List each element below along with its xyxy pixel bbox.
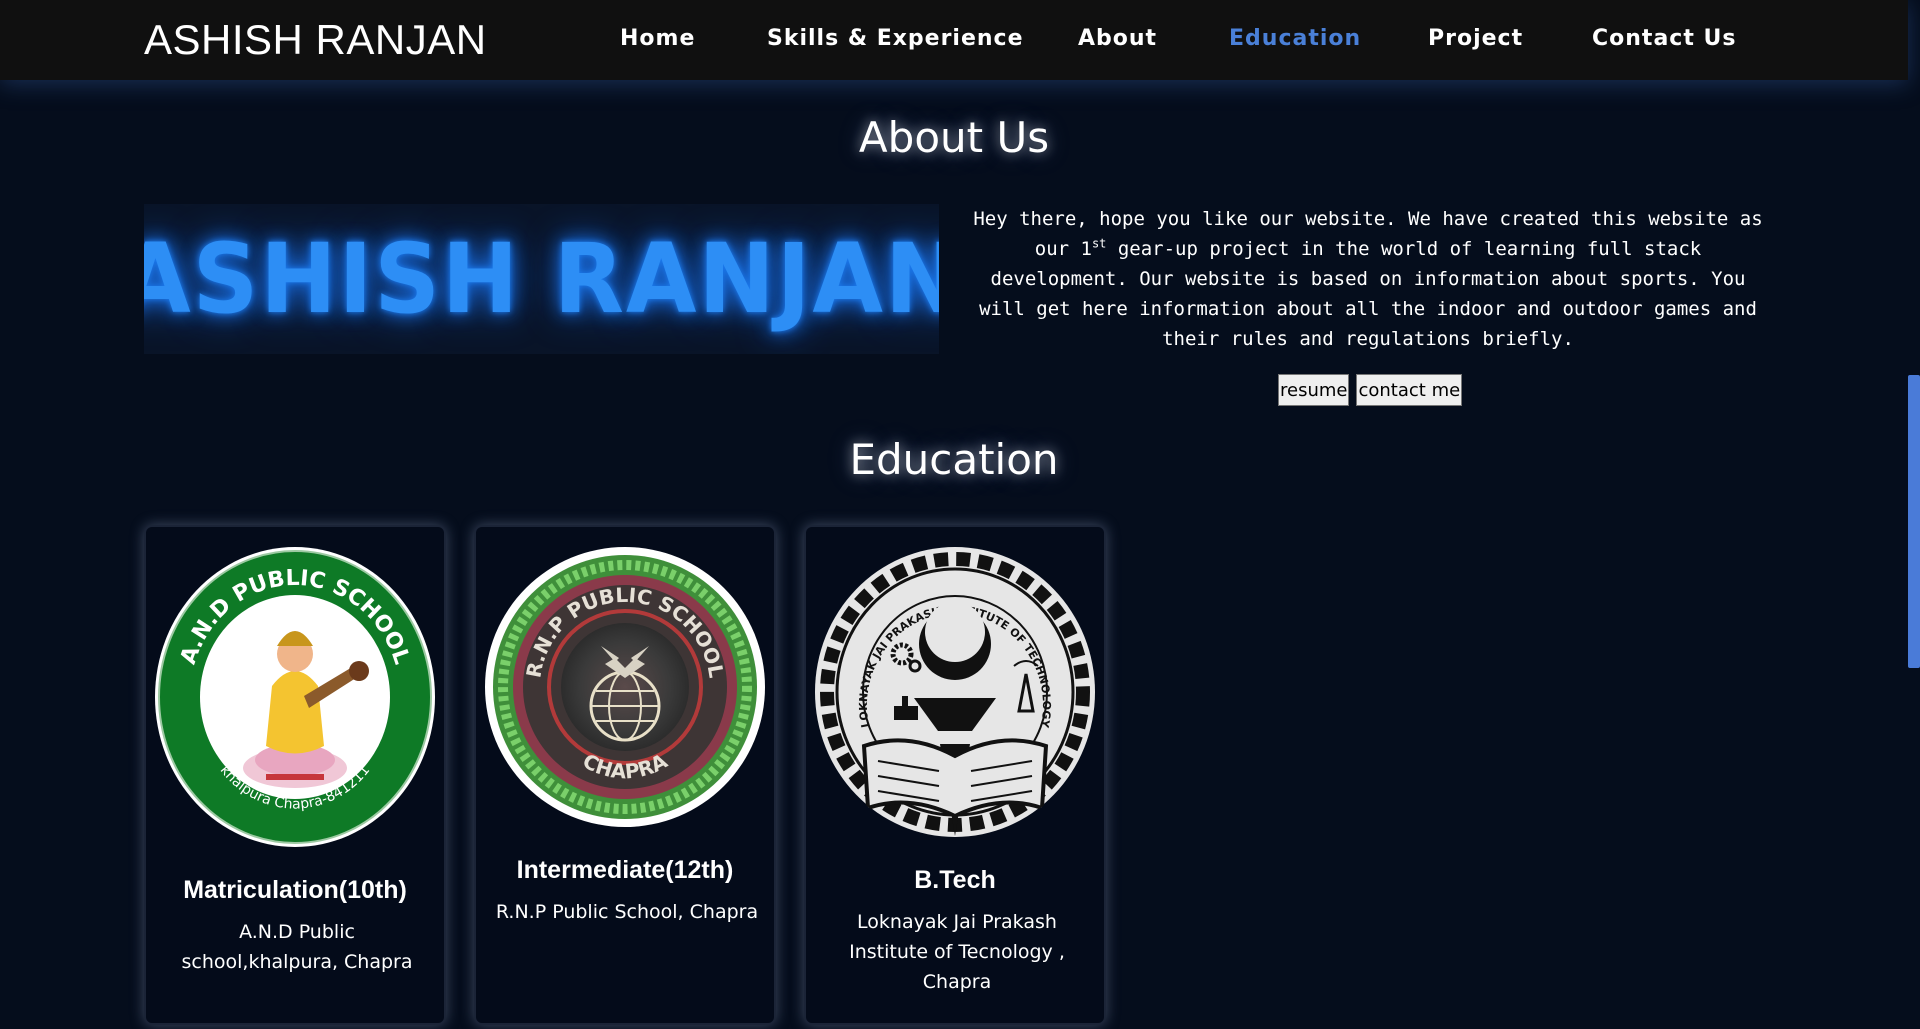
education-section-title: Education xyxy=(849,435,1059,484)
education-card-matriculation: A.N.D PUBLIC SCHOOL khalpura Chapra-8412… xyxy=(144,525,446,1025)
card-school-name: A.N.D Public school,khalpura, Chapra xyxy=(181,921,413,973)
neon-name-text: ASHISH RANJAN xyxy=(144,223,939,335)
card-school-name: R.N.P Public School, Chapra xyxy=(495,901,759,923)
nav-item-skills[interactable]: Skills & Experience xyxy=(767,26,1024,51)
about-paragraph: Hey there, hope you like our website. We… xyxy=(968,204,1768,354)
contact-me-button[interactable]: contact me xyxy=(1356,374,1463,406)
nav-item-project[interactable]: Project xyxy=(1428,26,1523,51)
card-school-name: Loknayak Jai Prakash Institute of Tecnol… xyxy=(849,911,1065,993)
about-buttons: resume contact me xyxy=(1278,374,1463,406)
scrollbar-thumb[interactable] xyxy=(1908,375,1920,668)
navbar: ASHISH RANJAN Home Skills & Experience A… xyxy=(0,0,1908,80)
nav-item-about[interactable]: About xyxy=(1078,26,1157,51)
card-title: Intermediate(12th) xyxy=(516,856,734,884)
ljpit-logo-icon: LOKNAYAK JAI PRAKASH INSTITUTE OF TECHNO… xyxy=(815,547,1095,837)
about-text-sup: st xyxy=(1091,236,1107,251)
about-section-title: About Us xyxy=(858,113,1050,162)
nav-item-education[interactable]: Education xyxy=(1229,26,1361,51)
neon-name-banner: ASHISH RANJAN xyxy=(144,204,939,354)
nav-item-home[interactable]: Home xyxy=(620,26,695,51)
rnp-public-school-logo-icon: R.N.P PUBLIC SCHOOL CHAPRA xyxy=(485,547,765,827)
card-title: Matriculation(10th) xyxy=(183,876,407,904)
brand-title[interactable]: ASHISH RANJAN xyxy=(144,16,487,64)
about-text-part2: gear-up project in the world of learning… xyxy=(979,238,1757,350)
card-title: B.Tech xyxy=(914,866,996,894)
education-card-intermediate: R.N.P PUBLIC SCHOOL CHAPRA Intermediate(… xyxy=(474,525,776,1025)
education-card-btech: LOKNAYAK JAI PRAKASH INSTITUTE OF TECHNO… xyxy=(804,525,1106,1025)
nav-item-contact[interactable]: Contact Us xyxy=(1592,26,1736,51)
resume-button[interactable]: resume xyxy=(1278,374,1350,406)
and-public-school-logo-icon: A.N.D PUBLIC SCHOOL khalpura Chapra-8412… xyxy=(155,547,435,847)
